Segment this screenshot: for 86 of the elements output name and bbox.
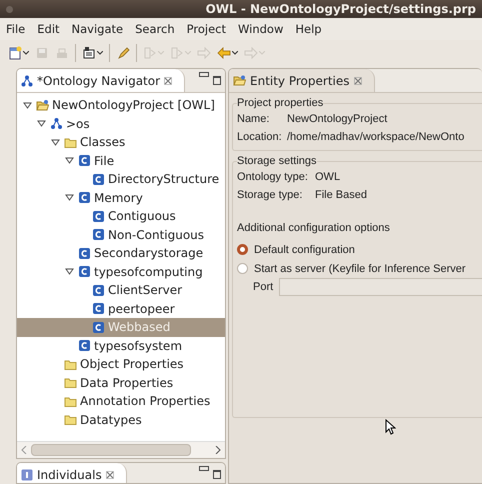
tree-item[interactable]: Contiguous <box>17 207 225 226</box>
tree-item[interactable]: Object Properties <box>17 355 225 374</box>
class-icon <box>78 191 91 204</box>
class-icon <box>78 154 91 168</box>
tree-item[interactable]: typesofsystem <box>17 336 225 355</box>
group-title: Storage settings <box>237 155 316 167</box>
menu-item[interactable]: Help <box>295 22 322 36</box>
menu-item[interactable]: Search <box>135 22 175 36</box>
open-folder-icon <box>233 74 246 86</box>
field-value: OWL <box>315 171 340 183</box>
tree-item[interactable]: Non-Contiguous <box>17 226 225 244</box>
section-label: Additional configuration options <box>237 222 391 236</box>
tree-item[interactable]: peertopeer <box>17 300 225 318</box>
class-icon <box>78 246 91 260</box>
editor-tab[interactable]: Entity Properties <box>229 69 374 92</box>
scroll-left-icon[interactable] <box>21 446 27 454</box>
tree-item[interactable]: ClientServer <box>17 281 225 300</box>
tree-item[interactable]: Classes <box>17 133 225 152</box>
field-label: Name: <box>237 113 270 125</box>
tree-item[interactable]: Data Properties <box>17 374 225 392</box>
minimize-icon[interactable] <box>199 72 209 77</box>
mouse-cursor-icon <box>385 419 396 435</box>
view-tab[interactable]: Individuals <box>17 463 127 483</box>
expand-arrow-icon[interactable] <box>65 193 74 202</box>
scroll-right-icon[interactable] <box>215 446 221 454</box>
folder-icon <box>64 376 77 390</box>
class-icon <box>78 339 91 352</box>
hierarchy-icon <box>21 74 33 86</box>
tab-label: *Ontology Navigator <box>37 74 160 88</box>
field-label: Port <box>253 281 274 293</box>
menu-item[interactable]: Edit <box>37 22 60 36</box>
expand-arrow-icon[interactable] <box>37 119 46 128</box>
view-tab[interactable]: *Ontology Navigator <box>17 69 186 92</box>
class-icon <box>78 265 91 278</box>
open-folder-icon <box>36 98 49 112</box>
expand-arrow-icon[interactable] <box>51 138 60 147</box>
menu-item[interactable]: Window <box>238 22 284 36</box>
tab-label: Entity Properties <box>250 74 350 88</box>
menu-item[interactable]: Navigate <box>72 22 124 36</box>
menu-item[interactable]: File <box>6 22 26 36</box>
expand-arrow-icon[interactable] <box>65 156 74 166</box>
minimize-icon[interactable] <box>199 466 209 471</box>
folder-icon <box>64 413 77 426</box>
individual-icon <box>21 468 33 480</box>
new-file-icon[interactable] <box>8 46 22 60</box>
field-value: NewOntologyProject <box>287 113 388 125</box>
expand-arrow-icon[interactable] <box>23 100 32 110</box>
class-icon <box>92 302 105 316</box>
field-label: Storage type: <box>237 189 304 201</box>
field-value: /home/madhav/workspace/NewOnto <box>287 131 464 143</box>
class-icon <box>92 228 105 242</box>
pen-icon[interactable] <box>116 46 130 60</box>
radio-button[interactable] <box>237 263 248 274</box>
tree-item[interactable]: DirectoryStructure <box>17 170 225 188</box>
maximize-icon[interactable] <box>213 76 221 85</box>
group-title: Project properties <box>237 97 324 109</box>
tree-item[interactable]: >os <box>17 114 225 133</box>
class-icon <box>92 320 105 334</box>
class-icon <box>92 210 105 223</box>
radio-label[interactable]: Start as server (Keyfile for Inference Server <box>254 262 466 274</box>
tree-item[interactable]: Annotation Properties <box>17 392 225 410</box>
window-title: OWL - NewOntologyProject/settings.prp <box>206 2 476 16</box>
tree-item[interactable]: Datatypes <box>17 410 225 429</box>
maximize-icon[interactable] <box>213 470 221 479</box>
field-value: File Based <box>315 189 367 201</box>
field-label: Location: <box>237 131 283 143</box>
tree-item[interactable]: Memory <box>17 188 225 207</box>
tab-label: Individuals <box>37 468 102 482</box>
scrollbar-thumb[interactable] <box>31 444 191 456</box>
radio-label[interactable]: Default configuration <box>254 244 355 256</box>
tree-item[interactable]: File <box>17 152 225 170</box>
menu-item[interactable]: Project <box>186 22 226 36</box>
class-icon <box>92 284 105 297</box>
class-icon <box>92 172 105 186</box>
tree-item[interactable]: NewOntologyProject [OWL] <box>17 96 225 114</box>
port-field[interactable] <box>279 278 482 296</box>
folder-icon <box>64 358 77 371</box>
expand-arrow-icon[interactable] <box>65 267 74 276</box>
tree-item[interactable]: typesofcomputing <box>17 262 225 281</box>
radio-button[interactable] <box>237 244 248 255</box>
field-label: Ontology type: <box>237 171 309 183</box>
tree-item[interactable]: Secondarystorage <box>17 244 225 262</box>
folder-icon <box>64 394 77 408</box>
hierarchy-icon <box>50 117 63 130</box>
folder-icon <box>64 136 77 149</box>
document-icon[interactable] <box>82 46 96 60</box>
